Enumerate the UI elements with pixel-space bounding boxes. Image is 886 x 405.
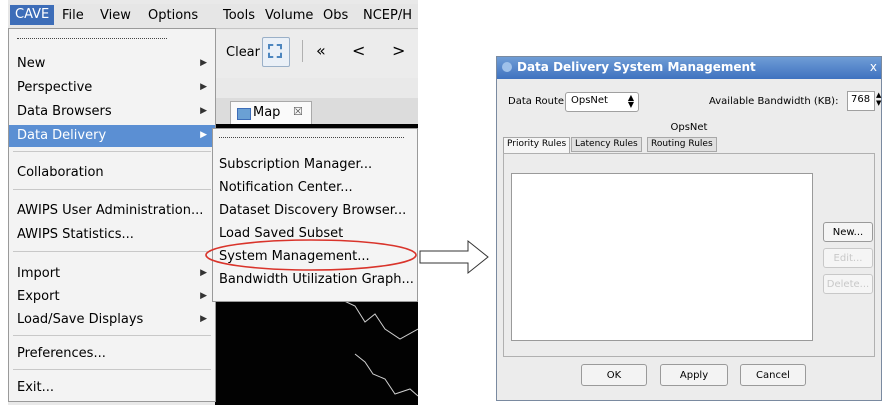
menu-item-label: Perspective (17, 80, 93, 95)
apply-button[interactable]: Apply (660, 364, 728, 386)
menu-item-import[interactable]: Import ▶ (9, 263, 215, 285)
menu-item-label: Subscription Manager... (219, 157, 373, 172)
menu-item-collaboration[interactable]: Collaboration (9, 162, 215, 184)
menu-volume[interactable]: Volume (265, 8, 313, 23)
frame-select-button[interactable] (262, 37, 290, 67)
menu-item-label: AWIPS Statistics... (17, 227, 134, 242)
submenu-arrow-icon: ▶ (200, 130, 207, 140)
data-delivery-submenu: Subscription Manager... Notification Cen… (212, 128, 418, 302)
menu-tearoff[interactable] (219, 137, 404, 138)
data-route-value: OpsNet (571, 95, 608, 106)
edit-rule-button[interactable]: Edit... (823, 248, 873, 268)
menu-item-preferences[interactable]: Preferences... (9, 343, 215, 365)
menu-item-export[interactable]: Export ▶ (9, 286, 215, 308)
menu-item-label: Load/Save Displays (17, 312, 144, 327)
pointer-arrow-icon (419, 239, 489, 275)
dialog-title-bar[interactable]: Data Delivery System Management x (497, 57, 881, 79)
menu-item-label: Import (17, 266, 61, 281)
menu-item-label: New (17, 56, 46, 71)
menu-item-label: Collaboration (17, 165, 104, 180)
bandwidth-input[interactable]: 768 (847, 91, 875, 111)
delete-rule-button[interactable]: Delete... (823, 274, 873, 294)
cancel-button[interactable]: Cancel (740, 364, 806, 386)
submenu-arrow-icon: ▶ (200, 291, 207, 301)
menu-item-awips-statistics[interactable]: AWIPS Statistics... (9, 224, 215, 246)
menu-item-notification-center[interactable]: Notification Center... (213, 177, 417, 199)
cave-menu: New ▶ Perspective ▶ Data Browsers ▶ Data De… (8, 28, 216, 402)
submenu-arrow-icon: ▶ (200, 58, 207, 68)
rules-tabs: Priority Rules Latency Rules Routing Rul… (503, 137, 875, 154)
map-icon (237, 108, 251, 120)
submenu-arrow-icon: ▶ (200, 106, 207, 116)
submenu-arrow-icon: ▶ (200, 314, 207, 324)
menu-item-label: Preferences... (17, 346, 106, 361)
tab-priority-rules[interactable]: Priority Rules (503, 137, 571, 154)
menu-bar: CAVE File View Options Tools Volume Obs … (8, 4, 418, 29)
tab-routing-rules[interactable]: Routing Rules (647, 137, 717, 152)
dialog-title: Data Delivery System Management (517, 60, 756, 74)
data-route-label: Data Route: (508, 96, 568, 107)
system-management-dialog: Data Delivery System Management x Data R… (496, 56, 882, 401)
next-frame-icon[interactable]: > (392, 41, 405, 60)
menu-file[interactable]: File (62, 8, 84, 23)
menu-item-data-delivery[interactable]: Data Delivery ▶ (9, 125, 215, 147)
menu-item-user-administration[interactable]: AWIPS User Administration... (9, 200, 215, 222)
spinner-icon: ▲ ▼ (627, 93, 634, 109)
tab-map[interactable]: Map ☒ (230, 101, 312, 124)
highlight-ring (205, 239, 417, 271)
menu-item-perspective[interactable]: Perspective ▶ (9, 77, 215, 99)
menu-item-subscription-manager[interactable]: Subscription Manager... (213, 154, 417, 176)
bandwidth-value: 768 (851, 94, 871, 105)
menu-item-new[interactable]: New ▶ (9, 53, 215, 75)
frame-icon (268, 44, 282, 58)
rules-list[interactable] (511, 173, 813, 341)
menu-item-dataset-discovery-browser[interactable]: Dataset Discovery Browser... (213, 200, 417, 222)
menu-cave[interactable]: CAVE (10, 5, 55, 25)
menu-item-data-browsers[interactable]: Data Browsers ▶ (9, 101, 215, 123)
menu-ncep[interactable]: NCEP/H (363, 8, 412, 23)
menu-view[interactable]: View (100, 8, 131, 23)
tab-map-label: Map (253, 105, 281, 120)
menu-tearoff[interactable] (17, 38, 167, 39)
submenu-arrow-icon: ▶ (200, 82, 207, 92)
menu-item-label: Dataset Discovery Browser... (219, 203, 407, 218)
menu-item-label: AWIPS User Administration... (17, 203, 204, 218)
menu-options[interactable]: Options (148, 8, 198, 23)
menu-item-label: Exit... (17, 380, 55, 395)
close-icon[interactable]: x (870, 60, 877, 74)
menu-separator (13, 189, 211, 190)
first-frame-icon[interactable]: « (316, 41, 326, 60)
menu-item-exit[interactable]: Exit... (9, 377, 215, 399)
menu-item-label: Notification Center... (219, 180, 353, 195)
ok-button[interactable]: OK (581, 364, 647, 386)
bandwidth-label: Available Bandwidth (KB): (709, 96, 839, 107)
menu-obs[interactable]: Obs (323, 8, 348, 23)
route-section-label: OpsNet (670, 122, 708, 133)
clear-button[interactable]: Clear (226, 45, 260, 60)
menu-separator (13, 251, 211, 252)
menu-tools[interactable]: Tools (223, 8, 255, 23)
data-route-select[interactable]: OpsNet ▲ ▼ (565, 92, 639, 112)
bandwidth-spinner-icon[interactable]: ▲ ▼ (876, 91, 882, 109)
window-icon (502, 62, 512, 72)
toolbar-separator (302, 40, 303, 62)
menu-separator (13, 151, 211, 152)
close-tab-icon[interactable]: ☒ (293, 105, 303, 118)
menu-separator (13, 369, 211, 370)
previous-frame-icon[interactable]: < (352, 41, 365, 60)
tab-latency-rules[interactable]: Latency Rules (571, 137, 642, 152)
menu-item-label: Bandwidth Utilization Graph... (219, 272, 414, 287)
menu-separator (13, 335, 211, 336)
new-rule-button[interactable]: New... (823, 222, 873, 242)
menu-item-label: Data Delivery (17, 128, 107, 143)
menu-item-label: Export (17, 289, 60, 304)
menu-item-load-save-displays[interactable]: Load/Save Displays ▶ (9, 309, 215, 331)
menu-item-label: Data Browsers (17, 104, 112, 119)
